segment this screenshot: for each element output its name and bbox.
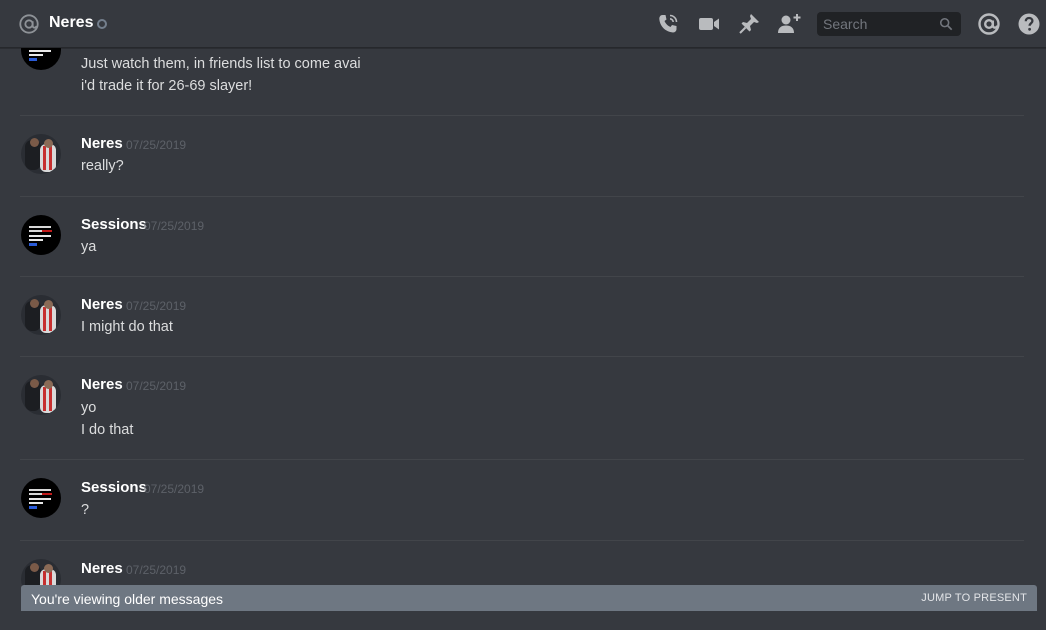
message-author[interactable]: Neres: [81, 376, 123, 393]
message-timestamp: 07/25/2019: [126, 299, 187, 313]
message-text: yo: [81, 400, 97, 416]
chat-window: Neres Search Just watch them, in friends…: [0, 0, 1046, 630]
message-text: I might do that: [81, 319, 173, 335]
message-divider: [20, 115, 1024, 116]
message-author[interactable]: Sessions: [81, 479, 147, 496]
jump-to-present-button[interactable]: JUMP TO PRESENT: [921, 592, 1027, 604]
pin-icon[interactable]: [737, 12, 761, 36]
avatar[interactable]: [21, 295, 61, 335]
message-text: I do that: [81, 422, 134, 438]
message-divider: [20, 196, 1024, 197]
avatar[interactable]: [21, 48, 61, 70]
call-icon[interactable]: [656, 12, 680, 36]
message-author[interactable]: Sessions: [81, 216, 147, 233]
message-timestamp: 07/25/2019: [126, 563, 187, 577]
status-offline-icon: [97, 19, 107, 29]
avatar[interactable]: [21, 215, 61, 255]
message-timestamp: 07/25/2019: [126, 379, 187, 393]
add-friend-icon[interactable]: [777, 12, 801, 36]
message-divider: [20, 459, 1024, 460]
message-author[interactable]: Neres: [81, 135, 123, 152]
older-messages-bar: You're viewing older messages JUMP TO PR…: [21, 585, 1037, 611]
message-text: i'd trade it for 26-69 slayer!: [81, 78, 253, 94]
channel-name: Neres: [49, 14, 94, 31]
message-text: really?: [81, 158, 124, 174]
at-icon: [19, 14, 39, 34]
message-text: ya: [81, 239, 97, 255]
message-text: Just watch them, in friends list to come…: [81, 56, 361, 72]
message-author[interactable]: Neres: [81, 560, 123, 577]
message-divider: [20, 276, 1024, 277]
message-list: Just watch them, in friends list to come…: [0, 48, 1046, 630]
message-author[interactable]: Neres: [81, 296, 123, 313]
search-box[interactable]: [817, 12, 961, 36]
message-text: ?: [81, 502, 90, 518]
channel-header: Neres: [0, 0, 1046, 48]
avatar[interactable]: [21, 375, 61, 415]
message-divider: [20, 540, 1024, 541]
help-icon[interactable]: [1017, 12, 1041, 36]
message-timestamp: 07/25/2019: [144, 219, 205, 233]
search-icon: [939, 17, 953, 31]
video-icon[interactable]: [697, 12, 721, 36]
mentions-icon[interactable]: [977, 12, 1001, 36]
search-input[interactable]: [817, 12, 937, 36]
message-divider: [20, 356, 1024, 357]
avatar[interactable]: [21, 134, 61, 174]
message-timestamp: 07/25/2019: [126, 138, 187, 152]
older-messages-notice: You're viewing older messages: [31, 591, 224, 607]
avatar[interactable]: [21, 478, 61, 518]
message-timestamp: 07/25/2019: [144, 482, 205, 496]
